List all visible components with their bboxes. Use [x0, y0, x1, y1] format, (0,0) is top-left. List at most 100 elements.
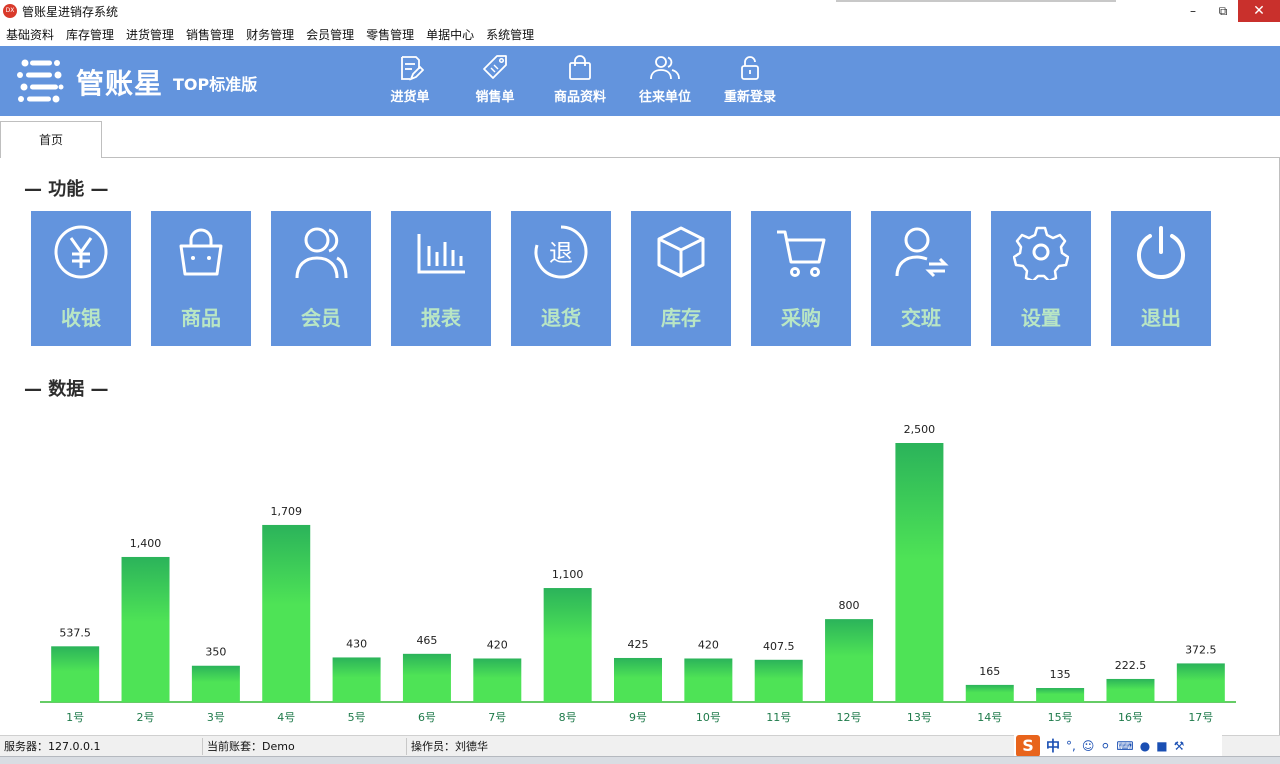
- chart-bar[interactable]: [965, 684, 1014, 702]
- ime-toolbar[interactable]: S 中 °, ☺ ⚪ ⌨ ● ■ ⚒: [1014, 734, 1222, 758]
- minimize-icon[interactable]: –: [1178, 0, 1208, 22]
- menu-purchase[interactable]: 进货管理: [126, 26, 174, 43]
- tile-settings[interactable]: 设置: [991, 211, 1091, 346]
- tile-exit[interactable]: 退出: [1111, 211, 1211, 346]
- menu-inventory[interactable]: 库存管理: [66, 26, 114, 43]
- chart-data-label: 465: [416, 634, 437, 647]
- menu-finance[interactable]: 财务管理: [246, 26, 294, 43]
- microphone-icon[interactable]: ⚪: [1100, 739, 1110, 753]
- menu-system[interactable]: 系统管理: [486, 26, 534, 43]
- status-operator: 操作员：刘德华: [411, 740, 488, 753]
- chart-data-label: 1,100: [552, 568, 584, 581]
- smiley-icon[interactable]: ☺: [1082, 739, 1095, 753]
- brand-edition: TOP标准版: [173, 75, 258, 94]
- chart-data-label: 135: [1050, 668, 1071, 681]
- yen-icon: [54, 225, 108, 279]
- chart-data-label: 372.5: [1185, 643, 1217, 656]
- chart-tick-label: 10号: [696, 711, 721, 724]
- chart-bar[interactable]: [895, 443, 944, 702]
- tile-label: 退货: [541, 306, 581, 330]
- menu-basic-data[interactable]: 基础资料: [6, 26, 54, 43]
- chart-bar[interactable]: [402, 653, 451, 702]
- tile-label: 报表: [421, 306, 461, 330]
- chart-bar[interactable]: [332, 657, 381, 702]
- menu-documents[interactable]: 单据中心: [426, 26, 474, 43]
- members-icon: [295, 227, 348, 279]
- chart-tick-label: 17号: [1188, 711, 1213, 724]
- tile-label: 会员: [301, 306, 341, 330]
- chart-bar[interactable]: [1176, 663, 1225, 702]
- chart-tick-label: 3号: [207, 711, 225, 724]
- tile-label: 收银: [61, 306, 101, 330]
- menu-members[interactable]: 会员管理: [306, 26, 354, 43]
- tile-reports[interactable]: 报表: [391, 211, 491, 346]
- chart-bar[interactable]: [754, 659, 803, 702]
- chart-data-label: 800: [839, 599, 860, 612]
- user-icon[interactable]: ●: [1140, 739, 1150, 753]
- user-switch-icon: [895, 227, 949, 278]
- chart-data-label: 165: [979, 665, 1000, 678]
- toolbar-purchase-order-button[interactable]: 进货单: [375, 54, 445, 110]
- overlay-window-edge: [836, 0, 1116, 2]
- window-controls: – ⧉ ✕: [1178, 0, 1280, 22]
- tile-inventory[interactable]: 库存: [631, 211, 731, 346]
- app-window: DX 管账星进销存系统 – ⧉ ✕ 基础资料 库存管理 进货管理 销售管理 财务…: [0, 0, 1280, 764]
- chart-bar[interactable]: [684, 658, 733, 702]
- chart-tick-label: 8号: [559, 711, 577, 724]
- chart-tick-label: 13号: [907, 711, 932, 724]
- title-bar[interactable]: DX 管账星进销存系统 – ⧉ ✕: [0, 0, 1280, 22]
- chart-data-label: 1,400: [130, 537, 162, 550]
- tile-label: 退出: [1141, 306, 1181, 330]
- wrench-icon[interactable]: ⚒: [1174, 739, 1185, 753]
- restore-icon[interactable]: ⧉: [1208, 0, 1238, 22]
- keyboard-icon[interactable]: ⌨: [1116, 739, 1133, 753]
- chart-data-label: 430: [346, 637, 367, 650]
- svg-text:退: 退: [549, 239, 573, 267]
- chart-tick-label: 2号: [137, 711, 155, 724]
- chart-bar[interactable]: [543, 588, 592, 702]
- shirt-icon[interactable]: ■: [1156, 739, 1167, 753]
- cart-icon: [777, 230, 826, 277]
- chart-bar[interactable]: [825, 619, 874, 702]
- chart-data-label: 537.5: [59, 626, 91, 639]
- price-tag-icon: [483, 55, 507, 79]
- chart-tick-label: 4号: [277, 711, 295, 724]
- tab-home[interactable]: 首页: [0, 121, 102, 158]
- toolbar-label: 销售单: [475, 90, 515, 105]
- close-icon[interactable]: ✕: [1238, 0, 1280, 22]
- toolbar-relogin-button[interactable]: 重新登录: [715, 54, 785, 110]
- chart-bar[interactable]: [473, 658, 522, 702]
- toolbar-partners-button[interactable]: 往来单位: [630, 54, 700, 110]
- ime-mode[interactable]: 中: [1046, 736, 1060, 756]
- chart-data-label: 350: [205, 646, 226, 659]
- tile-label: 商品: [181, 306, 221, 330]
- tile-returns[interactable]: 退 退货: [511, 211, 611, 346]
- ime-punctuation[interactable]: °,: [1066, 739, 1076, 753]
- chart-data-label: 407.5: [763, 640, 795, 653]
- toolbar-sales-order-button[interactable]: 销售单: [460, 54, 530, 110]
- toolbar-product-info-button[interactable]: 商品资料: [545, 54, 615, 110]
- chart-tick-label: 7号: [488, 711, 506, 724]
- chart-bar[interactable]: [121, 556, 170, 702]
- return-icon: 退: [534, 225, 588, 279]
- window-title: 管账星进销存系统: [22, 4, 119, 19]
- menu-retail[interactable]: 零售管理: [366, 26, 414, 43]
- tile-members[interactable]: 会员: [271, 211, 371, 346]
- chart-data-label: 420: [487, 638, 508, 651]
- chart-bar[interactable]: [262, 524, 311, 702]
- chart-tick-label: 6号: [418, 711, 436, 724]
- chart-bar[interactable]: [191, 665, 240, 702]
- menu-sales[interactable]: 销售管理: [186, 26, 234, 43]
- tile-label: 采购: [781, 306, 821, 330]
- chart-bar[interactable]: [614, 657, 662, 702]
- tile-products[interactable]: 商品: [151, 211, 251, 346]
- tile-label: 交班: [901, 306, 941, 330]
- chart-bar[interactable]: [1106, 678, 1155, 702]
- chart-bar[interactable]: [51, 646, 100, 702]
- chart-bar[interactable]: [1036, 688, 1085, 702]
- chart-tick-label: 12号: [837, 711, 862, 724]
- tile-cashier[interactable]: 收银: [31, 211, 131, 346]
- chart-data-label: 2,500: [904, 423, 936, 436]
- tile-shift-handover[interactable]: 交班: [871, 211, 971, 346]
- tile-purchase[interactable]: 采购: [751, 211, 851, 346]
